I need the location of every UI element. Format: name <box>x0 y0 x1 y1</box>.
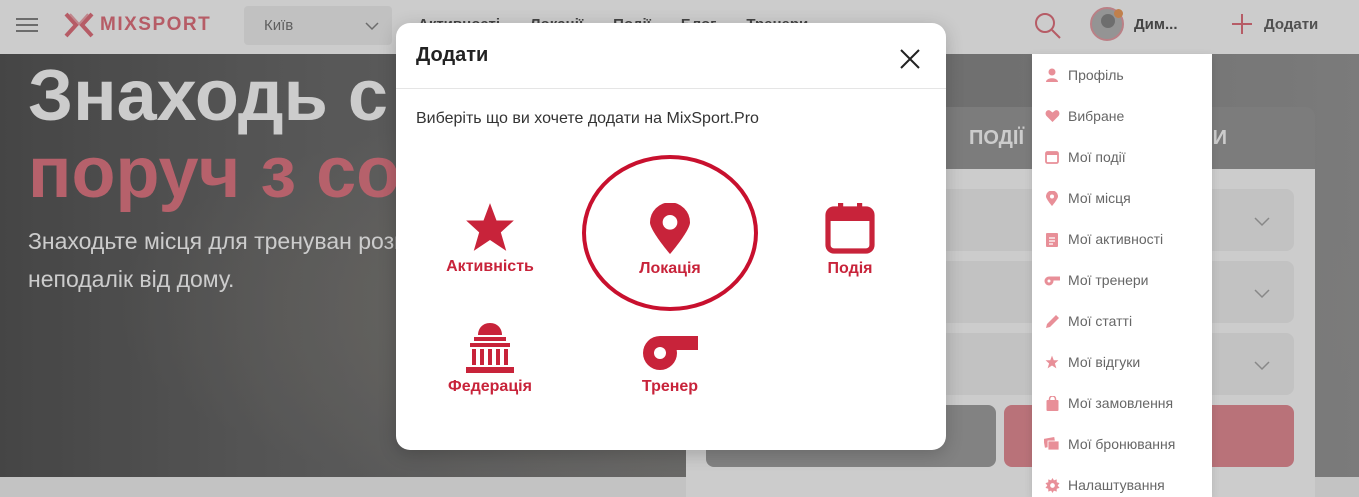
option-label: Активність <box>446 258 534 275</box>
menu-item-label: Мої події <box>1068 149 1126 165</box>
add-modal: Додати Виберіть що ви хочете додати на M… <box>396 23 946 450</box>
calendar-icon <box>825 203 875 254</box>
building-icon <box>466 323 514 373</box>
heart-icon <box>1045 110 1059 122</box>
gear-icon <box>1044 477 1060 493</box>
menu-item-label: Мої тренери <box>1068 272 1149 288</box>
add-option-activity[interactable]: Активність <box>405 201 575 301</box>
menu-item-profile[interactable]: Профіль <box>1044 64 1124 86</box>
menu-item-my-orders[interactable]: Мої замовлення <box>1044 392 1173 414</box>
tickets-icon <box>1044 437 1060 451</box>
user-dropdown-menu: Профіль Вибране Мої події Мої місця Мої … <box>1032 54 1212 497</box>
whistle-icon <box>643 336 698 370</box>
option-label: Подія <box>827 260 873 277</box>
menu-item-my-activities[interactable]: Мої активності <box>1044 228 1163 250</box>
option-label: Федерація <box>448 378 532 395</box>
add-option-trainer[interactable]: Тренер <box>585 327 755 427</box>
menu-item-settings[interactable]: Налаштування <box>1044 474 1165 496</box>
menu-item-label: Вибране <box>1068 108 1125 124</box>
menu-item-label: Налаштування <box>1068 477 1165 493</box>
modal-description: Виберіть що ви хочете додати на MixSport… <box>416 110 759 127</box>
whistle-icon <box>1044 276 1060 286</box>
menu-item-favorites[interactable]: Вибране <box>1044 105 1124 127</box>
modal-title: Додати <box>416 44 489 66</box>
calendar-icon <box>1045 151 1059 164</box>
star-icon <box>466 203 514 251</box>
option-label: Локація <box>639 260 701 277</box>
modal-divider <box>396 88 946 89</box>
menu-item-label: Мої активності <box>1068 231 1164 247</box>
menu-item-my-articles[interactable]: Мої статті <box>1044 310 1132 332</box>
menu-item-my-reviews[interactable]: Мої відгуки <box>1044 351 1140 373</box>
menu-item-label: Мої бронювання <box>1068 436 1176 452</box>
add-option-location[interactable]: Локація <box>585 203 755 303</box>
map-pin-icon <box>650 203 690 254</box>
add-option-federation[interactable]: Федерація <box>405 321 575 421</box>
user-icon <box>1046 68 1058 82</box>
add-option-event[interactable]: Подія <box>765 203 935 303</box>
menu-item-my-places[interactable]: Мої місця <box>1044 187 1131 209</box>
map-pin-icon <box>1046 190 1058 206</box>
pencil-icon <box>1045 314 1059 328</box>
menu-item-my-events[interactable]: Мої події <box>1044 146 1126 168</box>
menu-item-label: Мої статті <box>1068 313 1133 329</box>
menu-item-label: Мої замовлення <box>1068 395 1174 411</box>
star-icon <box>1045 355 1059 369</box>
menu-item-my-trainers[interactable]: Мої тренери <box>1044 269 1149 291</box>
menu-item-my-bookings[interactable]: Мої бронювання <box>1044 433 1175 455</box>
menu-item-label: Мої відгуки <box>1068 354 1141 370</box>
close-icon[interactable] <box>898 47 922 71</box>
list-icon <box>1046 232 1058 247</box>
option-label: Тренер <box>641 378 699 395</box>
menu-item-label: Профіль <box>1068 67 1124 83</box>
bag-icon <box>1046 395 1058 411</box>
menu-item-label: Мої місця <box>1068 190 1131 206</box>
